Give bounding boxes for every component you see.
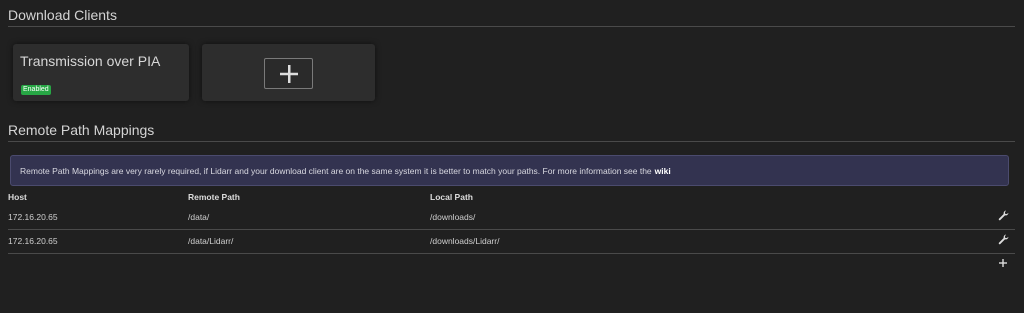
remote-path-cell: /data/Lidarr/ bbox=[188, 236, 234, 246]
host-cell: 172.16.20.65 bbox=[8, 236, 58, 246]
plus-icon bbox=[279, 64, 298, 83]
local-path-cell: /downloads/ bbox=[430, 212, 476, 222]
column-header-remote-path: Remote Path bbox=[188, 192, 240, 202]
download-client-card[interactable]: Transmission over PIA Enabled bbox=[13, 44, 189, 101]
add-download-client-button[interactable] bbox=[264, 58, 313, 89]
table-row: 172.16.20.65 /data/ /downloads/ bbox=[8, 205, 1015, 230]
wrench-icon[interactable] bbox=[998, 210, 1009, 221]
client-name: Transmission over PIA bbox=[20, 53, 161, 69]
local-path-cell: /downloads/Lidarr/ bbox=[430, 236, 500, 246]
host-cell: 172.16.20.65 bbox=[8, 212, 58, 222]
table-row: 172.16.20.65 /data/Lidarr/ /downloads/Li… bbox=[8, 229, 1015, 254]
status-badge: Enabled bbox=[21, 85, 51, 95]
wrench-icon[interactable] bbox=[998, 234, 1009, 245]
column-header-local-path: Local Path bbox=[430, 192, 473, 202]
add-mapping-plus-icon[interactable] bbox=[998, 258, 1008, 268]
column-header-host: Host bbox=[8, 192, 27, 202]
remote-path-cell: /data/ bbox=[188, 212, 210, 222]
download-clients-title: Download Clients bbox=[8, 7, 1015, 27]
wiki-link[interactable]: wiki bbox=[655, 166, 671, 176]
info-alert: Remote Path Mappings are very rarely req… bbox=[10, 155, 1009, 186]
info-text: Remote Path Mappings are very rarely req… bbox=[20, 165, 652, 176]
remote-path-mappings-title: Remote Path Mappings bbox=[8, 122, 1015, 142]
add-download-client-card[interactable] bbox=[202, 44, 375, 101]
